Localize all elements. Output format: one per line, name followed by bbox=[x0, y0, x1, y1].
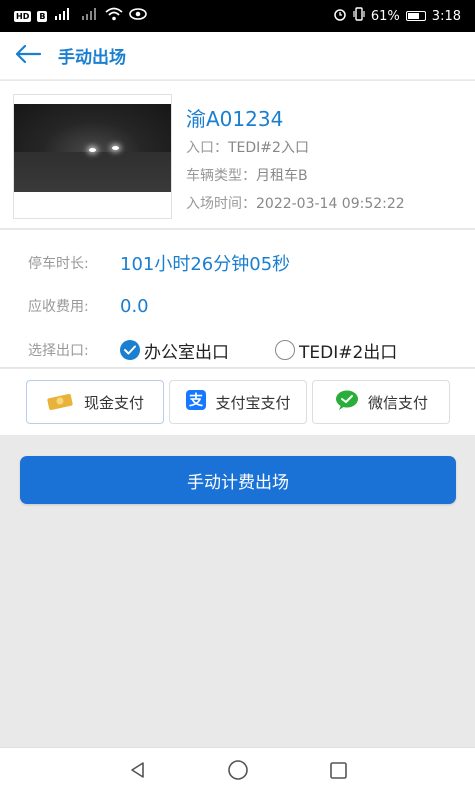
page-title: 手动出场 bbox=[58, 48, 126, 68]
status-left: HD B bbox=[14, 7, 148, 25]
status-right: 61% 3:18 bbox=[333, 7, 461, 25]
fee-row: 应收费用: 0.0 bbox=[28, 291, 149, 321]
entry-time-label: 入场时间： bbox=[186, 196, 256, 212]
vehicle-type-value: 月租车B bbox=[256, 168, 308, 184]
app-bar: 手动出场 bbox=[0, 32, 475, 80]
battery-icon bbox=[405, 11, 426, 21]
camera-snapshot bbox=[14, 104, 171, 192]
triangle-back-icon bbox=[128, 760, 148, 784]
cash-icon bbox=[46, 390, 76, 414]
duration-label: 停车时长: bbox=[28, 256, 89, 272]
payment-options: 现金支付 支 支付宝支付 微信支付 bbox=[0, 369, 475, 435]
snapshot-road bbox=[14, 152, 171, 192]
eye-icon bbox=[129, 8, 148, 24]
alipay-icon: 支 bbox=[185, 389, 207, 415]
status-bar: HD B 61% 3:18 bbox=[0, 0, 475, 32]
manual-exit-button[interactable]: 手动计费出场 bbox=[20, 456, 456, 504]
snapshot-headlight bbox=[112, 146, 119, 150]
vehicle-type-label: 车辆类型： bbox=[186, 168, 256, 184]
clock: 3:18 bbox=[431, 8, 461, 24]
vehicle-photo[interactable] bbox=[13, 94, 172, 219]
check-circle-icon bbox=[120, 340, 140, 360]
signal2-icon bbox=[81, 8, 99, 24]
wechat-icon bbox=[334, 389, 360, 415]
exit-option-label: TEDI#2出口 bbox=[299, 342, 398, 363]
duration-value: 101小时26分钟05秒 bbox=[120, 254, 291, 275]
radio-circle-icon bbox=[275, 340, 295, 360]
nav-recents-button[interactable] bbox=[323, 757, 353, 787]
exit-label: 选择出口: bbox=[28, 343, 89, 359]
exit-option-tedi2[interactable]: TEDI#2出口 bbox=[275, 338, 397, 363]
svg-text:支: 支 bbox=[188, 392, 204, 408]
battery-percent: 61% bbox=[370, 8, 400, 24]
vehicle-card: 渝A01234 入口：TEDI#2入口 车辆类型：月租车B 入场时间：2022-… bbox=[0, 81, 475, 229]
signal-icon bbox=[53, 8, 75, 24]
parking-details: 停车时长: 101小时26分钟05秒 应收费用: 0.0 选择出口: 办公室出口… bbox=[0, 230, 475, 368]
nav-home-button[interactable] bbox=[223, 757, 253, 787]
circle-home-icon bbox=[227, 759, 249, 785]
plate-number: 渝A01234 bbox=[186, 107, 284, 131]
entrance-value: TEDI#2入口 bbox=[228, 140, 309, 156]
alipay-button[interactable]: 支 支付宝支付 bbox=[169, 380, 307, 424]
snapshot-headlight bbox=[89, 148, 96, 152]
fee-value: 0.0 bbox=[120, 295, 149, 317]
exit-option-label: 办公室出口 bbox=[144, 342, 229, 363]
entry-time-value: 2022-03-14 09:52:22 bbox=[256, 196, 405, 212]
nav-back-button[interactable] bbox=[123, 757, 153, 787]
entry-time-line: 入场时间：2022-03-14 09:52:22 bbox=[186, 193, 405, 213]
hd-badge: HD bbox=[14, 10, 32, 22]
cash-pay-label: 现金支付 bbox=[83, 393, 144, 412]
fee-label: 应收费用: bbox=[28, 299, 89, 315]
wechat-pay-label: 微信支付 bbox=[367, 393, 428, 412]
back-button[interactable] bbox=[0, 32, 56, 80]
alarm-icon bbox=[333, 7, 347, 25]
wifi-icon bbox=[105, 7, 124, 25]
alipay-label: 支付宝支付 bbox=[215, 393, 291, 412]
wechat-pay-button[interactable]: 微信支付 bbox=[312, 380, 450, 424]
entrance-line: 入口：TEDI#2入口 bbox=[186, 137, 309, 157]
cash-pay-button[interactable]: 现金支付 bbox=[26, 380, 164, 424]
entrance-label: 入口： bbox=[186, 140, 228, 156]
vibrate-icon bbox=[353, 7, 365, 25]
arrow-left-icon bbox=[14, 44, 42, 68]
b-badge: B bbox=[37, 10, 48, 22]
system-nav-bar bbox=[0, 747, 475, 795]
exit-row: 选择出口: 办公室出口 TEDI#2出口 bbox=[28, 335, 397, 365]
exit-option-office[interactable]: 办公室出口 bbox=[120, 338, 229, 363]
vehicle-type-line: 车辆类型：月租车B bbox=[186, 165, 308, 185]
duration-row: 停车时长: 101小时26分钟05秒 bbox=[28, 248, 290, 278]
square-recents-icon bbox=[328, 760, 348, 784]
